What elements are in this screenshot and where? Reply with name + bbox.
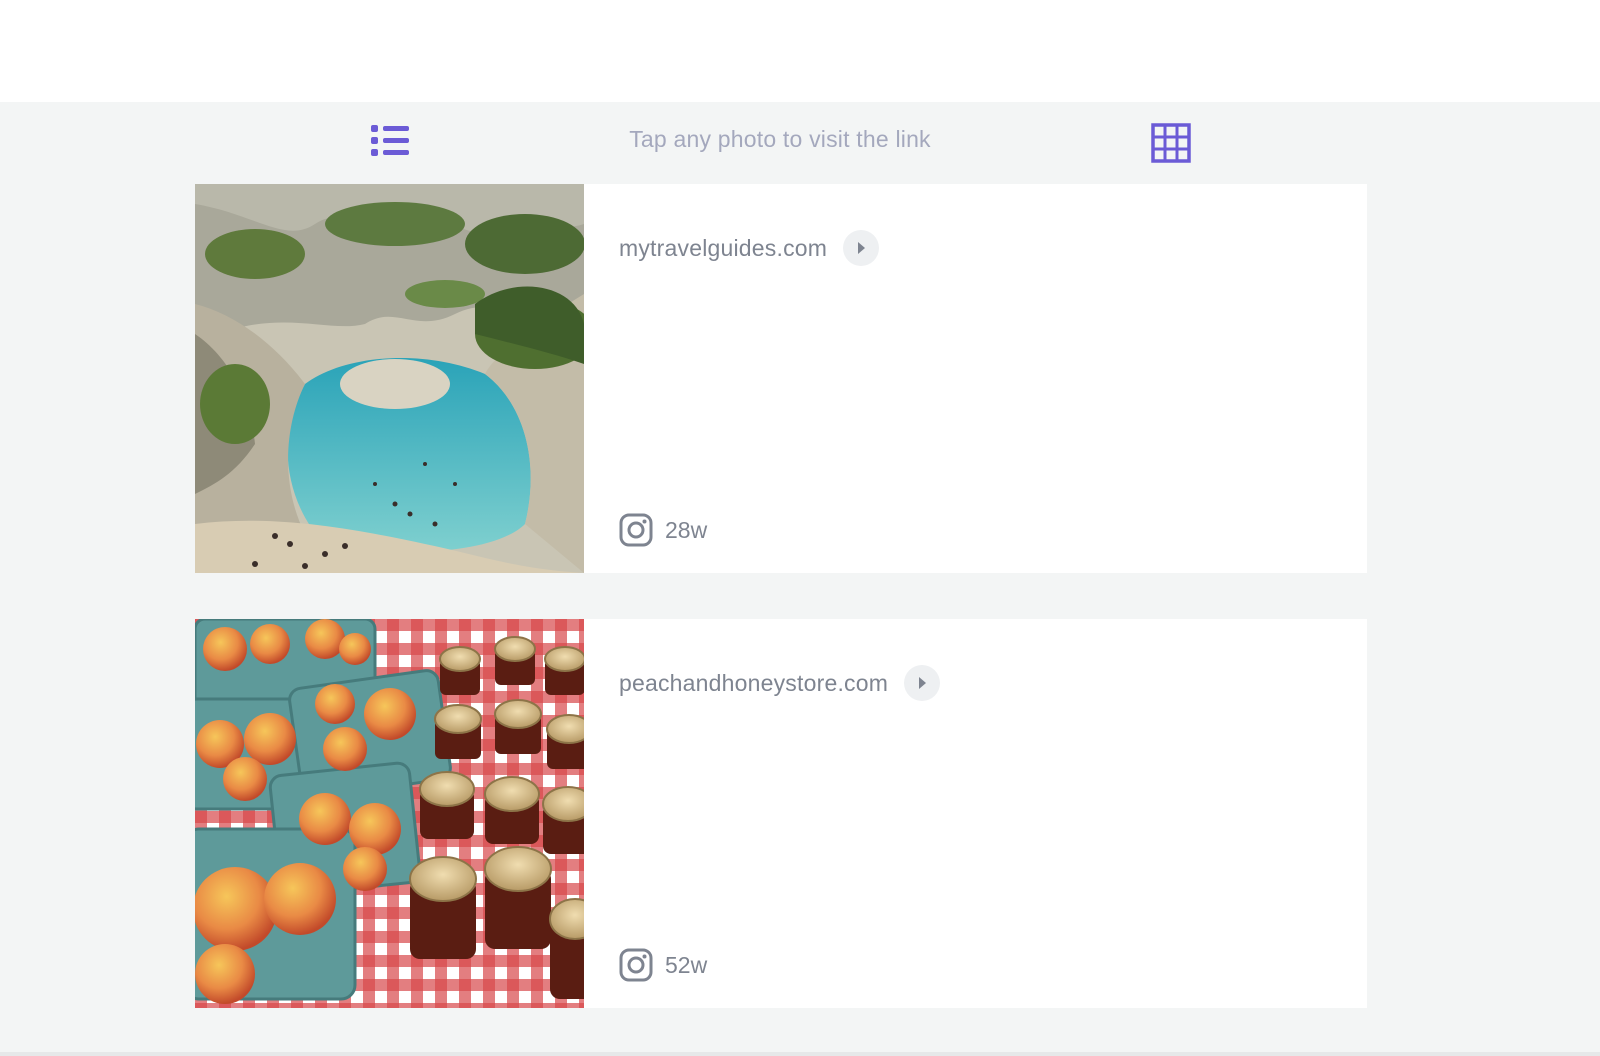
list-view-button[interactable] (369, 120, 411, 162)
post-meta: 28w (619, 512, 707, 548)
post-age: 52w (665, 951, 708, 978)
peaches-and-honey-jars-photo[interactable] (195, 619, 584, 1008)
bottom-divider (0, 1052, 1600, 1056)
post-card: mytravelguides.com 28w (195, 184, 1367, 573)
open-link-button[interactable] (904, 665, 941, 701)
tap-photo-hint: Tap any photo to visit the link (629, 126, 931, 152)
play-arrow-icon (858, 242, 866, 254)
open-link-button[interactable] (843, 230, 880, 266)
instagram-icon (619, 948, 653, 982)
post-card: peachandhoneystore.com 52w (195, 619, 1367, 1008)
post-meta: 52w (619, 947, 707, 983)
list-icon (371, 125, 409, 156)
post-age: 28w (665, 516, 708, 543)
post-link-text: mytravelguides.com (619, 234, 828, 261)
post-link[interactable]: peachandhoneystore.com (619, 663, 941, 703)
post-link-text: peachandhoneystore.com (619, 669, 889, 696)
grid-view-button[interactable] (1151, 123, 1191, 163)
instagram-icon (619, 513, 653, 547)
grid-icon (1151, 123, 1191, 163)
top-header-bar (0, 0, 1600, 102)
play-arrow-icon (919, 677, 927, 689)
coastal-cove-beach-photo[interactable] (195, 184, 584, 573)
post-link[interactable]: mytravelguides.com (619, 228, 880, 268)
